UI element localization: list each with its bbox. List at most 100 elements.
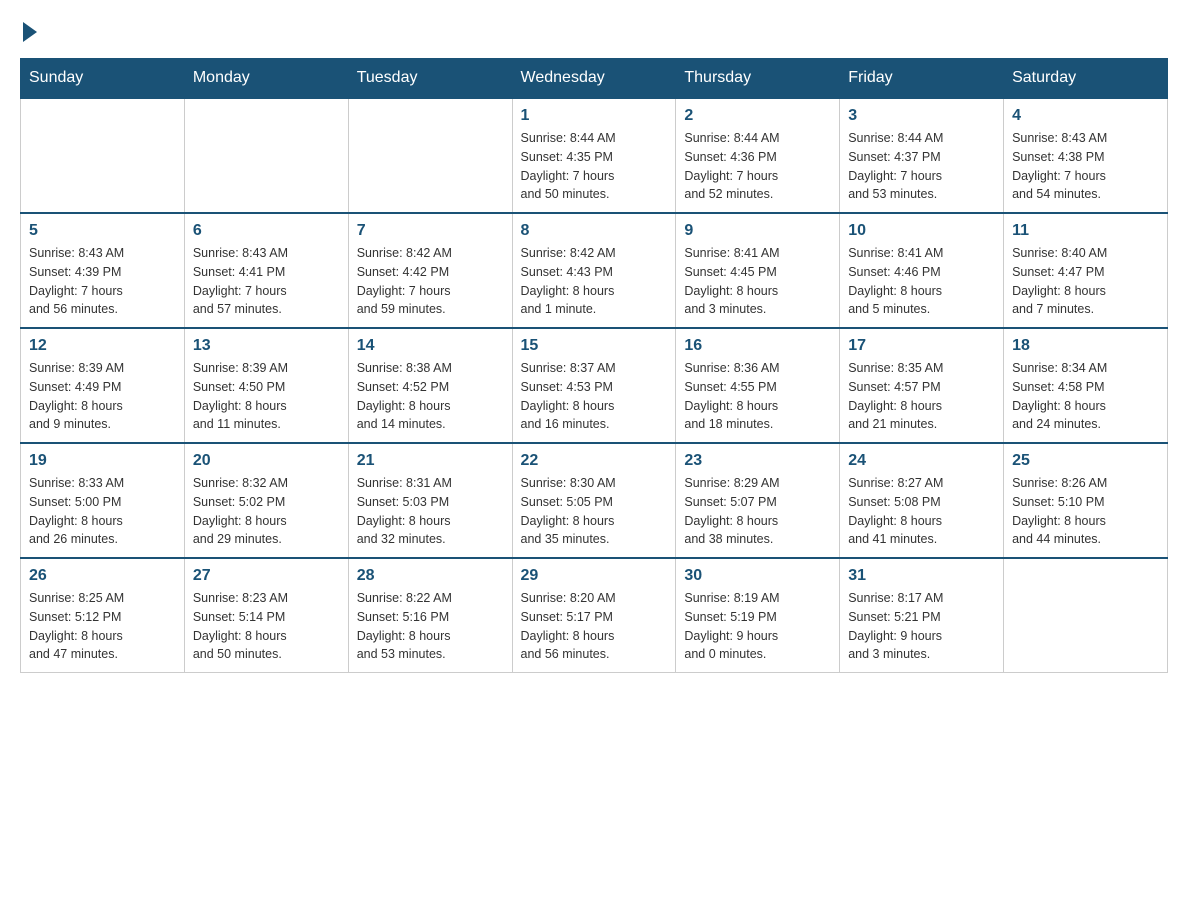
day-number: 19 [29, 452, 176, 470]
calendar-cell: 9 Sunrise: 8:41 AM Sunset: 4:45 PM Daylig… [676, 213, 840, 328]
day-info: Sunrise: 8:39 AM Sunset: 4:50 PM Dayligh… [193, 359, 340, 434]
page-header [20, 20, 1168, 38]
calendar-cell: 26 Sunrise: 8:25 AM Sunset: 5:12 PM Dayli… [21, 558, 185, 673]
calendar-cell: 20 Sunrise: 8:32 AM Sunset: 5:02 PM Dayli… [184, 443, 348, 558]
calendar-week-row: 19 Sunrise: 8:33 AM Sunset: 5:00 PM Dayli… [21, 443, 1168, 558]
day-number: 16 [684, 337, 831, 355]
day-number: 18 [1012, 337, 1159, 355]
calendar-table: SundayMondayTuesdayWednesdayThursdayFrid… [20, 58, 1168, 673]
day-info: Sunrise: 8:44 AM Sunset: 4:35 PM Dayligh… [521, 129, 668, 204]
day-number: 8 [521, 222, 668, 240]
logo [20, 20, 37, 38]
logo-arrow-icon [23, 22, 37, 42]
day-info: Sunrise: 8:44 AM Sunset: 4:36 PM Dayligh… [684, 129, 831, 204]
day-number: 2 [684, 107, 831, 125]
day-info: Sunrise: 8:39 AM Sunset: 4:49 PM Dayligh… [29, 359, 176, 434]
day-info: Sunrise: 8:44 AM Sunset: 4:37 PM Dayligh… [848, 129, 995, 204]
day-info: Sunrise: 8:43 AM Sunset: 4:41 PM Dayligh… [193, 244, 340, 319]
day-info: Sunrise: 8:19 AM Sunset: 5:19 PM Dayligh… [684, 589, 831, 664]
day-info: Sunrise: 8:35 AM Sunset: 4:57 PM Dayligh… [848, 359, 995, 434]
day-info: Sunrise: 8:41 AM Sunset: 4:46 PM Dayligh… [848, 244, 995, 319]
day-number: 28 [357, 567, 504, 585]
day-number: 15 [521, 337, 668, 355]
day-info: Sunrise: 8:27 AM Sunset: 5:08 PM Dayligh… [848, 474, 995, 549]
calendar-cell: 25 Sunrise: 8:26 AM Sunset: 5:10 PM Dayli… [1004, 443, 1168, 558]
calendar-cell: 2 Sunrise: 8:44 AM Sunset: 4:36 PM Daylig… [676, 98, 840, 213]
day-number: 17 [848, 337, 995, 355]
calendar-week-row: 12Sunrise: 8:39 AM Sunset: 4:49 PM Dayli… [21, 328, 1168, 443]
calendar-cell: 22Sunrise: 8:30 AM Sunset: 5:05 PM Dayli… [512, 443, 676, 558]
day-info: Sunrise: 8:23 AM Sunset: 5:14 PM Dayligh… [193, 589, 340, 664]
day-number: 29 [521, 567, 668, 585]
calendar-cell [21, 98, 185, 213]
day-number: 9 [684, 222, 831, 240]
calendar-cell: 21Sunrise: 8:31 AM Sunset: 5:03 PM Dayli… [348, 443, 512, 558]
day-number: 20 [193, 452, 340, 470]
calendar-cell: 11 Sunrise: 8:40 AM Sunset: 4:47 PM Dayli… [1004, 213, 1168, 328]
day-number: 30 [684, 567, 831, 585]
day-info: Sunrise: 8:36 AM Sunset: 4:55 PM Dayligh… [684, 359, 831, 434]
calendar-cell: 7 Sunrise: 8:42 AM Sunset: 4:42 PM Daylig… [348, 213, 512, 328]
calendar-header-sunday: Sunday [21, 59, 185, 99]
day-info: Sunrise: 8:32 AM Sunset: 5:02 PM Dayligh… [193, 474, 340, 549]
calendar-header-wednesday: Wednesday [512, 59, 676, 99]
calendar-cell: 13Sunrise: 8:39 AM Sunset: 4:50 PM Dayli… [184, 328, 348, 443]
calendar-cell: 16 Sunrise: 8:36 AM Sunset: 4:55 PM Dayli… [676, 328, 840, 443]
day-number: 27 [193, 567, 340, 585]
calendar-cell: 17 Sunrise: 8:35 AM Sunset: 4:57 PM Dayli… [840, 328, 1004, 443]
day-info: Sunrise: 8:25 AM Sunset: 5:12 PM Dayligh… [29, 589, 176, 664]
day-number: 25 [1012, 452, 1159, 470]
calendar-header-monday: Monday [184, 59, 348, 99]
day-info: Sunrise: 8:30 AM Sunset: 5:05 PM Dayligh… [521, 474, 668, 549]
day-number: 11 [1012, 222, 1159, 240]
day-number: 23 [684, 452, 831, 470]
calendar-header-thursday: Thursday [676, 59, 840, 99]
calendar-cell: 10 Sunrise: 8:41 AM Sunset: 4:46 PM Dayli… [840, 213, 1004, 328]
day-info: Sunrise: 8:31 AM Sunset: 5:03 PM Dayligh… [357, 474, 504, 549]
day-info: Sunrise: 8:40 AM Sunset: 4:47 PM Dayligh… [1012, 244, 1159, 319]
calendar-cell: 14 Sunrise: 8:38 AM Sunset: 4:52 PM Dayli… [348, 328, 512, 443]
day-info: Sunrise: 8:29 AM Sunset: 5:07 PM Dayligh… [684, 474, 831, 549]
calendar-header-saturday: Saturday [1004, 59, 1168, 99]
calendar-cell: 24 Sunrise: 8:27 AM Sunset: 5:08 PM Dayli… [840, 443, 1004, 558]
day-number: 4 [1012, 107, 1159, 125]
calendar-cell: 27 Sunrise: 8:23 AM Sunset: 5:14 PM Dayli… [184, 558, 348, 673]
calendar-cell: 8Sunrise: 8:42 AM Sunset: 4:43 PM Daylig… [512, 213, 676, 328]
calendar-cell [184, 98, 348, 213]
day-info: Sunrise: 8:20 AM Sunset: 5:17 PM Dayligh… [521, 589, 668, 664]
calendar-cell [1004, 558, 1168, 673]
day-number: 31 [848, 567, 995, 585]
day-info: Sunrise: 8:34 AM Sunset: 4:58 PM Dayligh… [1012, 359, 1159, 434]
calendar-cell: 5Sunrise: 8:43 AM Sunset: 4:39 PM Daylig… [21, 213, 185, 328]
calendar-cell: 28 Sunrise: 8:22 AM Sunset: 5:16 PM Dayli… [348, 558, 512, 673]
day-number: 1 [521, 107, 668, 125]
calendar-cell: 18 Sunrise: 8:34 AM Sunset: 4:58 PM Dayli… [1004, 328, 1168, 443]
day-number: 26 [29, 567, 176, 585]
day-info: Sunrise: 8:22 AM Sunset: 5:16 PM Dayligh… [357, 589, 504, 664]
calendar-header-row: SundayMondayTuesdayWednesdayThursdayFrid… [21, 59, 1168, 99]
calendar-week-row: 5Sunrise: 8:43 AM Sunset: 4:39 PM Daylig… [21, 213, 1168, 328]
day-info: Sunrise: 8:26 AM Sunset: 5:10 PM Dayligh… [1012, 474, 1159, 549]
calendar-cell: 29 Sunrise: 8:20 AM Sunset: 5:17 PM Dayli… [512, 558, 676, 673]
day-info: Sunrise: 8:43 AM Sunset: 4:38 PM Dayligh… [1012, 129, 1159, 204]
day-number: 14 [357, 337, 504, 355]
calendar-cell [348, 98, 512, 213]
calendar-cell: 1 Sunrise: 8:44 AM Sunset: 4:35 PM Daylig… [512, 98, 676, 213]
calendar-cell: 12Sunrise: 8:39 AM Sunset: 4:49 PM Dayli… [21, 328, 185, 443]
calendar-cell: 15Sunrise: 8:37 AM Sunset: 4:53 PM Dayli… [512, 328, 676, 443]
day-info: Sunrise: 8:41 AM Sunset: 4:45 PM Dayligh… [684, 244, 831, 319]
calendar-cell: 30 Sunrise: 8:19 AM Sunset: 5:19 PM Dayli… [676, 558, 840, 673]
calendar-week-row: 26 Sunrise: 8:25 AM Sunset: 5:12 PM Dayli… [21, 558, 1168, 673]
day-number: 10 [848, 222, 995, 240]
day-number: 7 [357, 222, 504, 240]
calendar-week-row: 1 Sunrise: 8:44 AM Sunset: 4:35 PM Daylig… [21, 98, 1168, 213]
day-number: 24 [848, 452, 995, 470]
calendar-cell: 4 Sunrise: 8:43 AM Sunset: 4:38 PM Daylig… [1004, 98, 1168, 213]
day-info: Sunrise: 8:38 AM Sunset: 4:52 PM Dayligh… [357, 359, 504, 434]
day-info: Sunrise: 8:33 AM Sunset: 5:00 PM Dayligh… [29, 474, 176, 549]
day-info: Sunrise: 8:42 AM Sunset: 4:42 PM Dayligh… [357, 244, 504, 319]
calendar-header-friday: Friday [840, 59, 1004, 99]
calendar-header-tuesday: Tuesday [348, 59, 512, 99]
calendar-cell: 6Sunrise: 8:43 AM Sunset: 4:41 PM Daylig… [184, 213, 348, 328]
calendar-cell: 23 Sunrise: 8:29 AM Sunset: 5:07 PM Dayli… [676, 443, 840, 558]
